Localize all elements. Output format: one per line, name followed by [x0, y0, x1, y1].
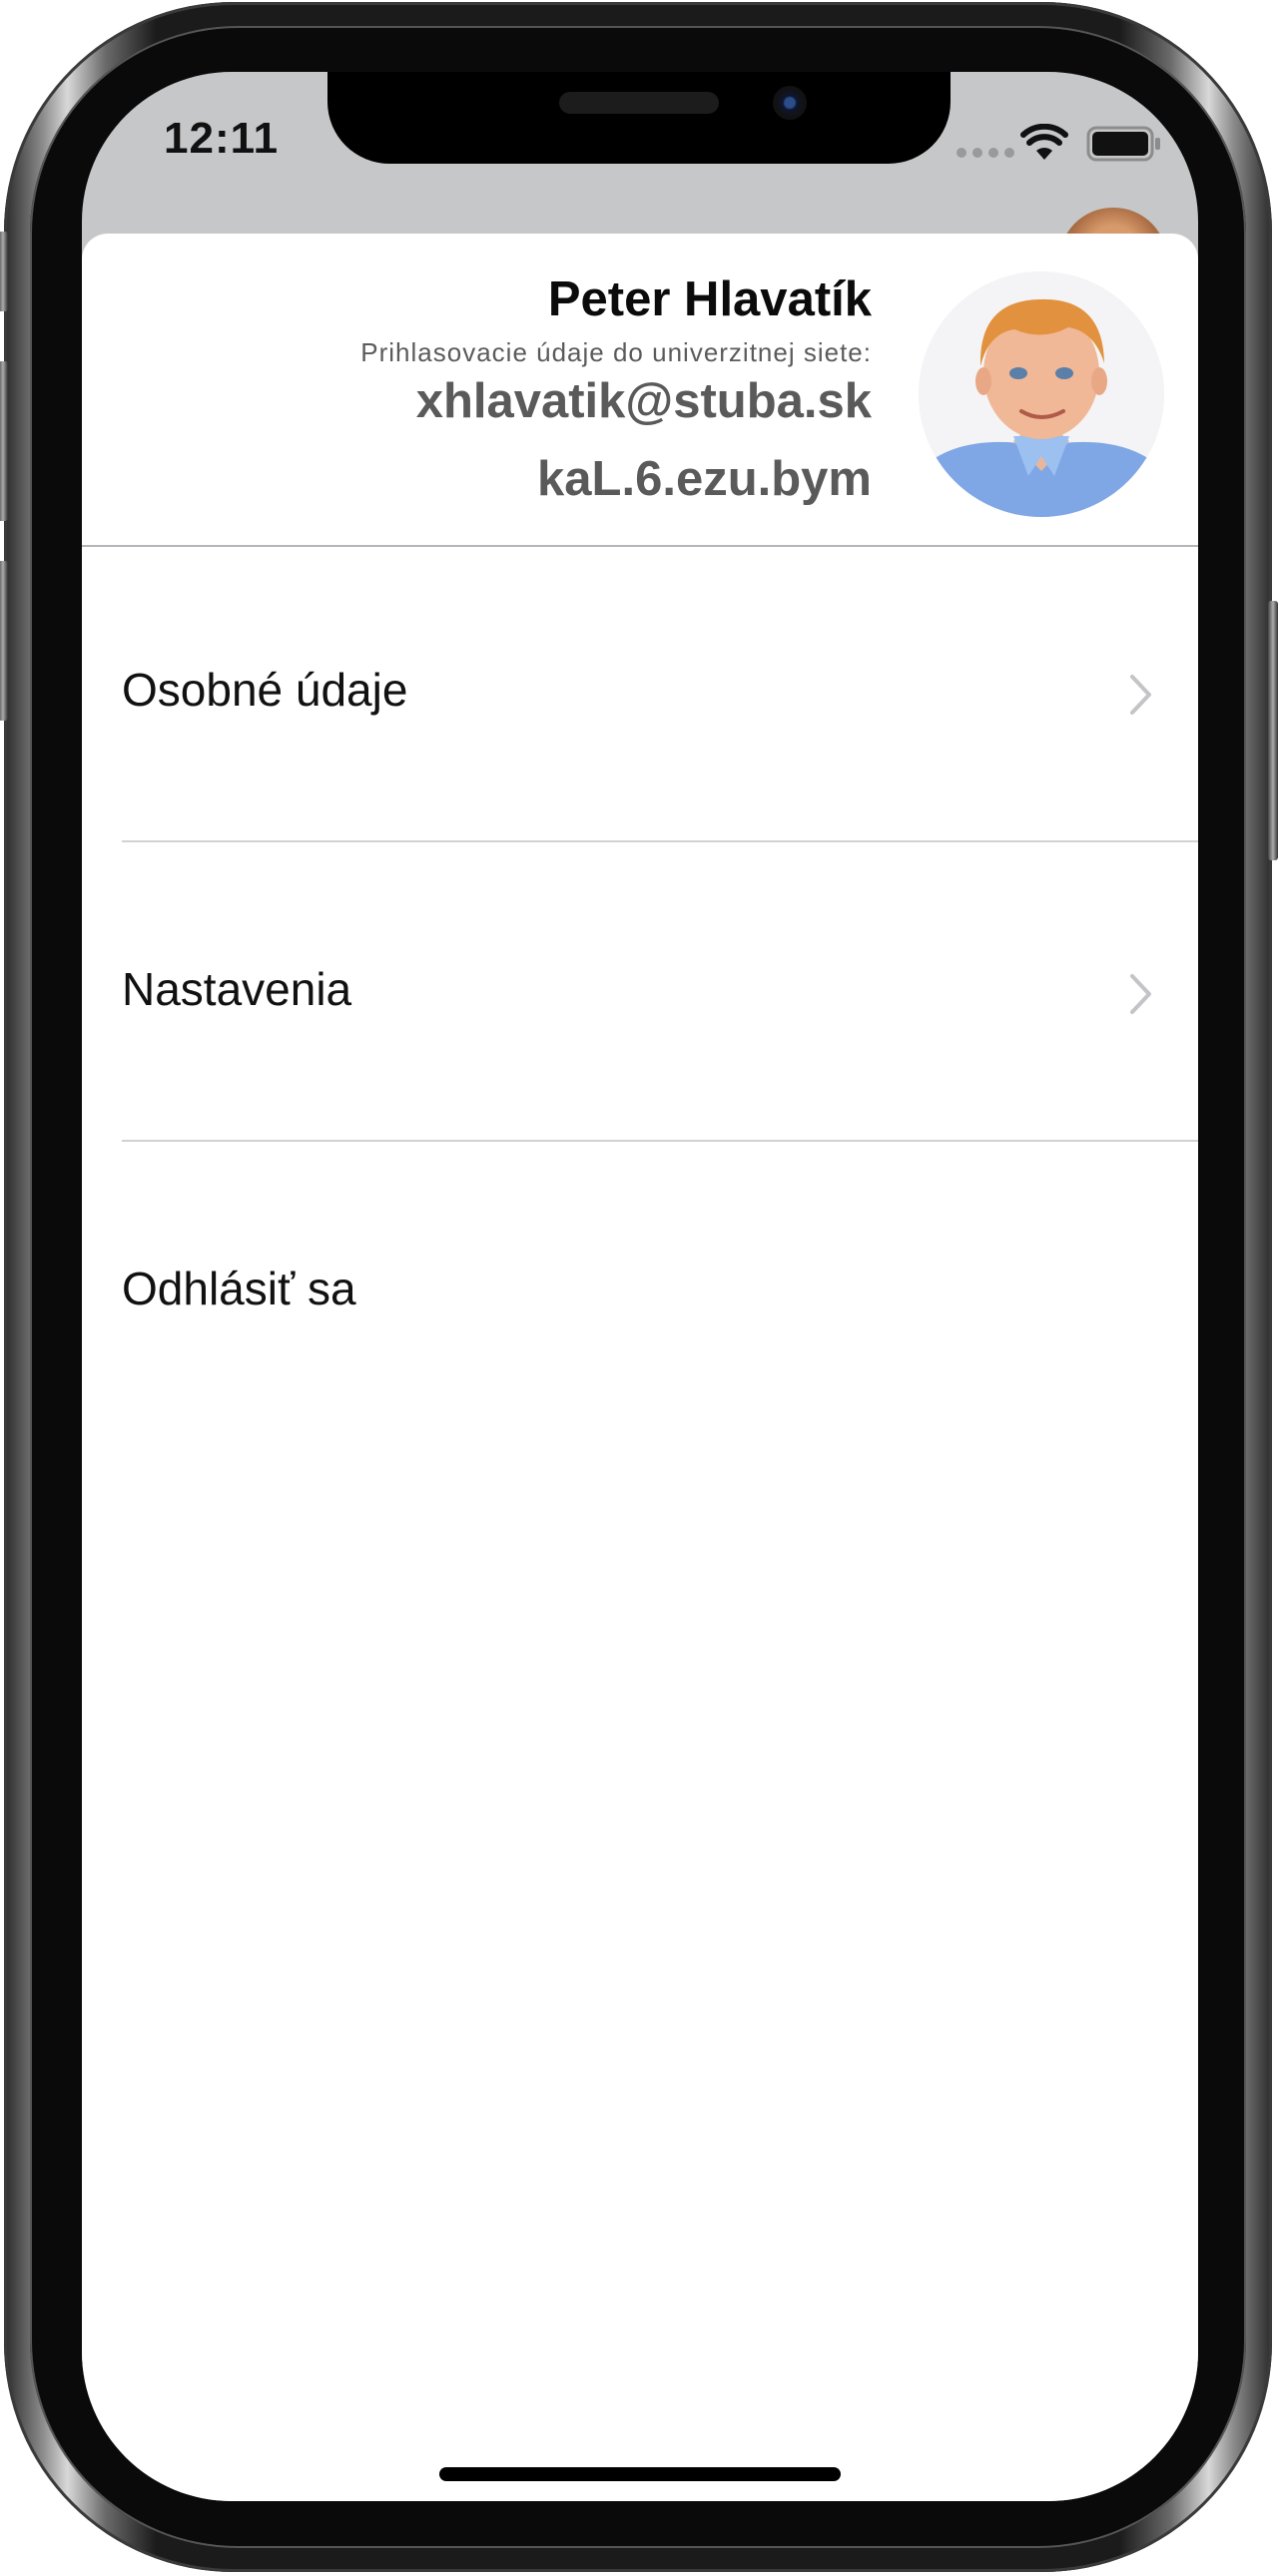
chevron-right-icon [1130, 675, 1151, 715]
credentials-label: Prihlasovacie údaje do univerzitnej siet… [360, 337, 872, 367]
password-value: kaL.6.ezu.bym [537, 452, 872, 506]
wifi-icon [1020, 124, 1068, 160]
screen: 12:11 Peter Hlavatík Prihlasovacie údaje… [82, 72, 1198, 2501]
avatar [919, 271, 1164, 517]
menu-item-label: Nastavenia [122, 963, 352, 1015]
notch [327, 72, 951, 164]
status-time: 12:11 [164, 114, 280, 163]
menu-item-logout[interactable]: Odhlásiť sa [122, 1144, 1198, 1441]
battery-icon [1086, 126, 1160, 162]
camera-icon [773, 86, 807, 120]
home-indicator[interactable] [439, 2467, 841, 2481]
profile-sheet: Peter Hlavatík Prihlasovacie údaje do un… [82, 234, 1198, 2501]
cellular-signal-icon [957, 148, 1014, 158]
user-name: Peter Hlavatík [547, 272, 872, 326]
mute-switch [0, 232, 8, 311]
volume-up-button [0, 361, 8, 521]
menu-item-label: Odhlásiť sa [122, 1263, 356, 1314]
login-value: xhlavatik@stuba.sk [415, 374, 872, 428]
power-button [1268, 601, 1278, 860]
volume-down-button [0, 561, 8, 721]
menu-item-personal-info[interactable]: Osobné údaje [122, 545, 1198, 842]
menu-item-label: Osobné údaje [122, 664, 408, 716]
profile-photo [919, 271, 1164, 517]
profile-header: Peter Hlavatík Prihlasovacie údaje do un… [82, 234, 1198, 547]
speaker-grille [559, 92, 719, 114]
chevron-right-icon [1130, 974, 1151, 1014]
menu-item-settings[interactable]: Nastavenia [122, 844, 1198, 1142]
